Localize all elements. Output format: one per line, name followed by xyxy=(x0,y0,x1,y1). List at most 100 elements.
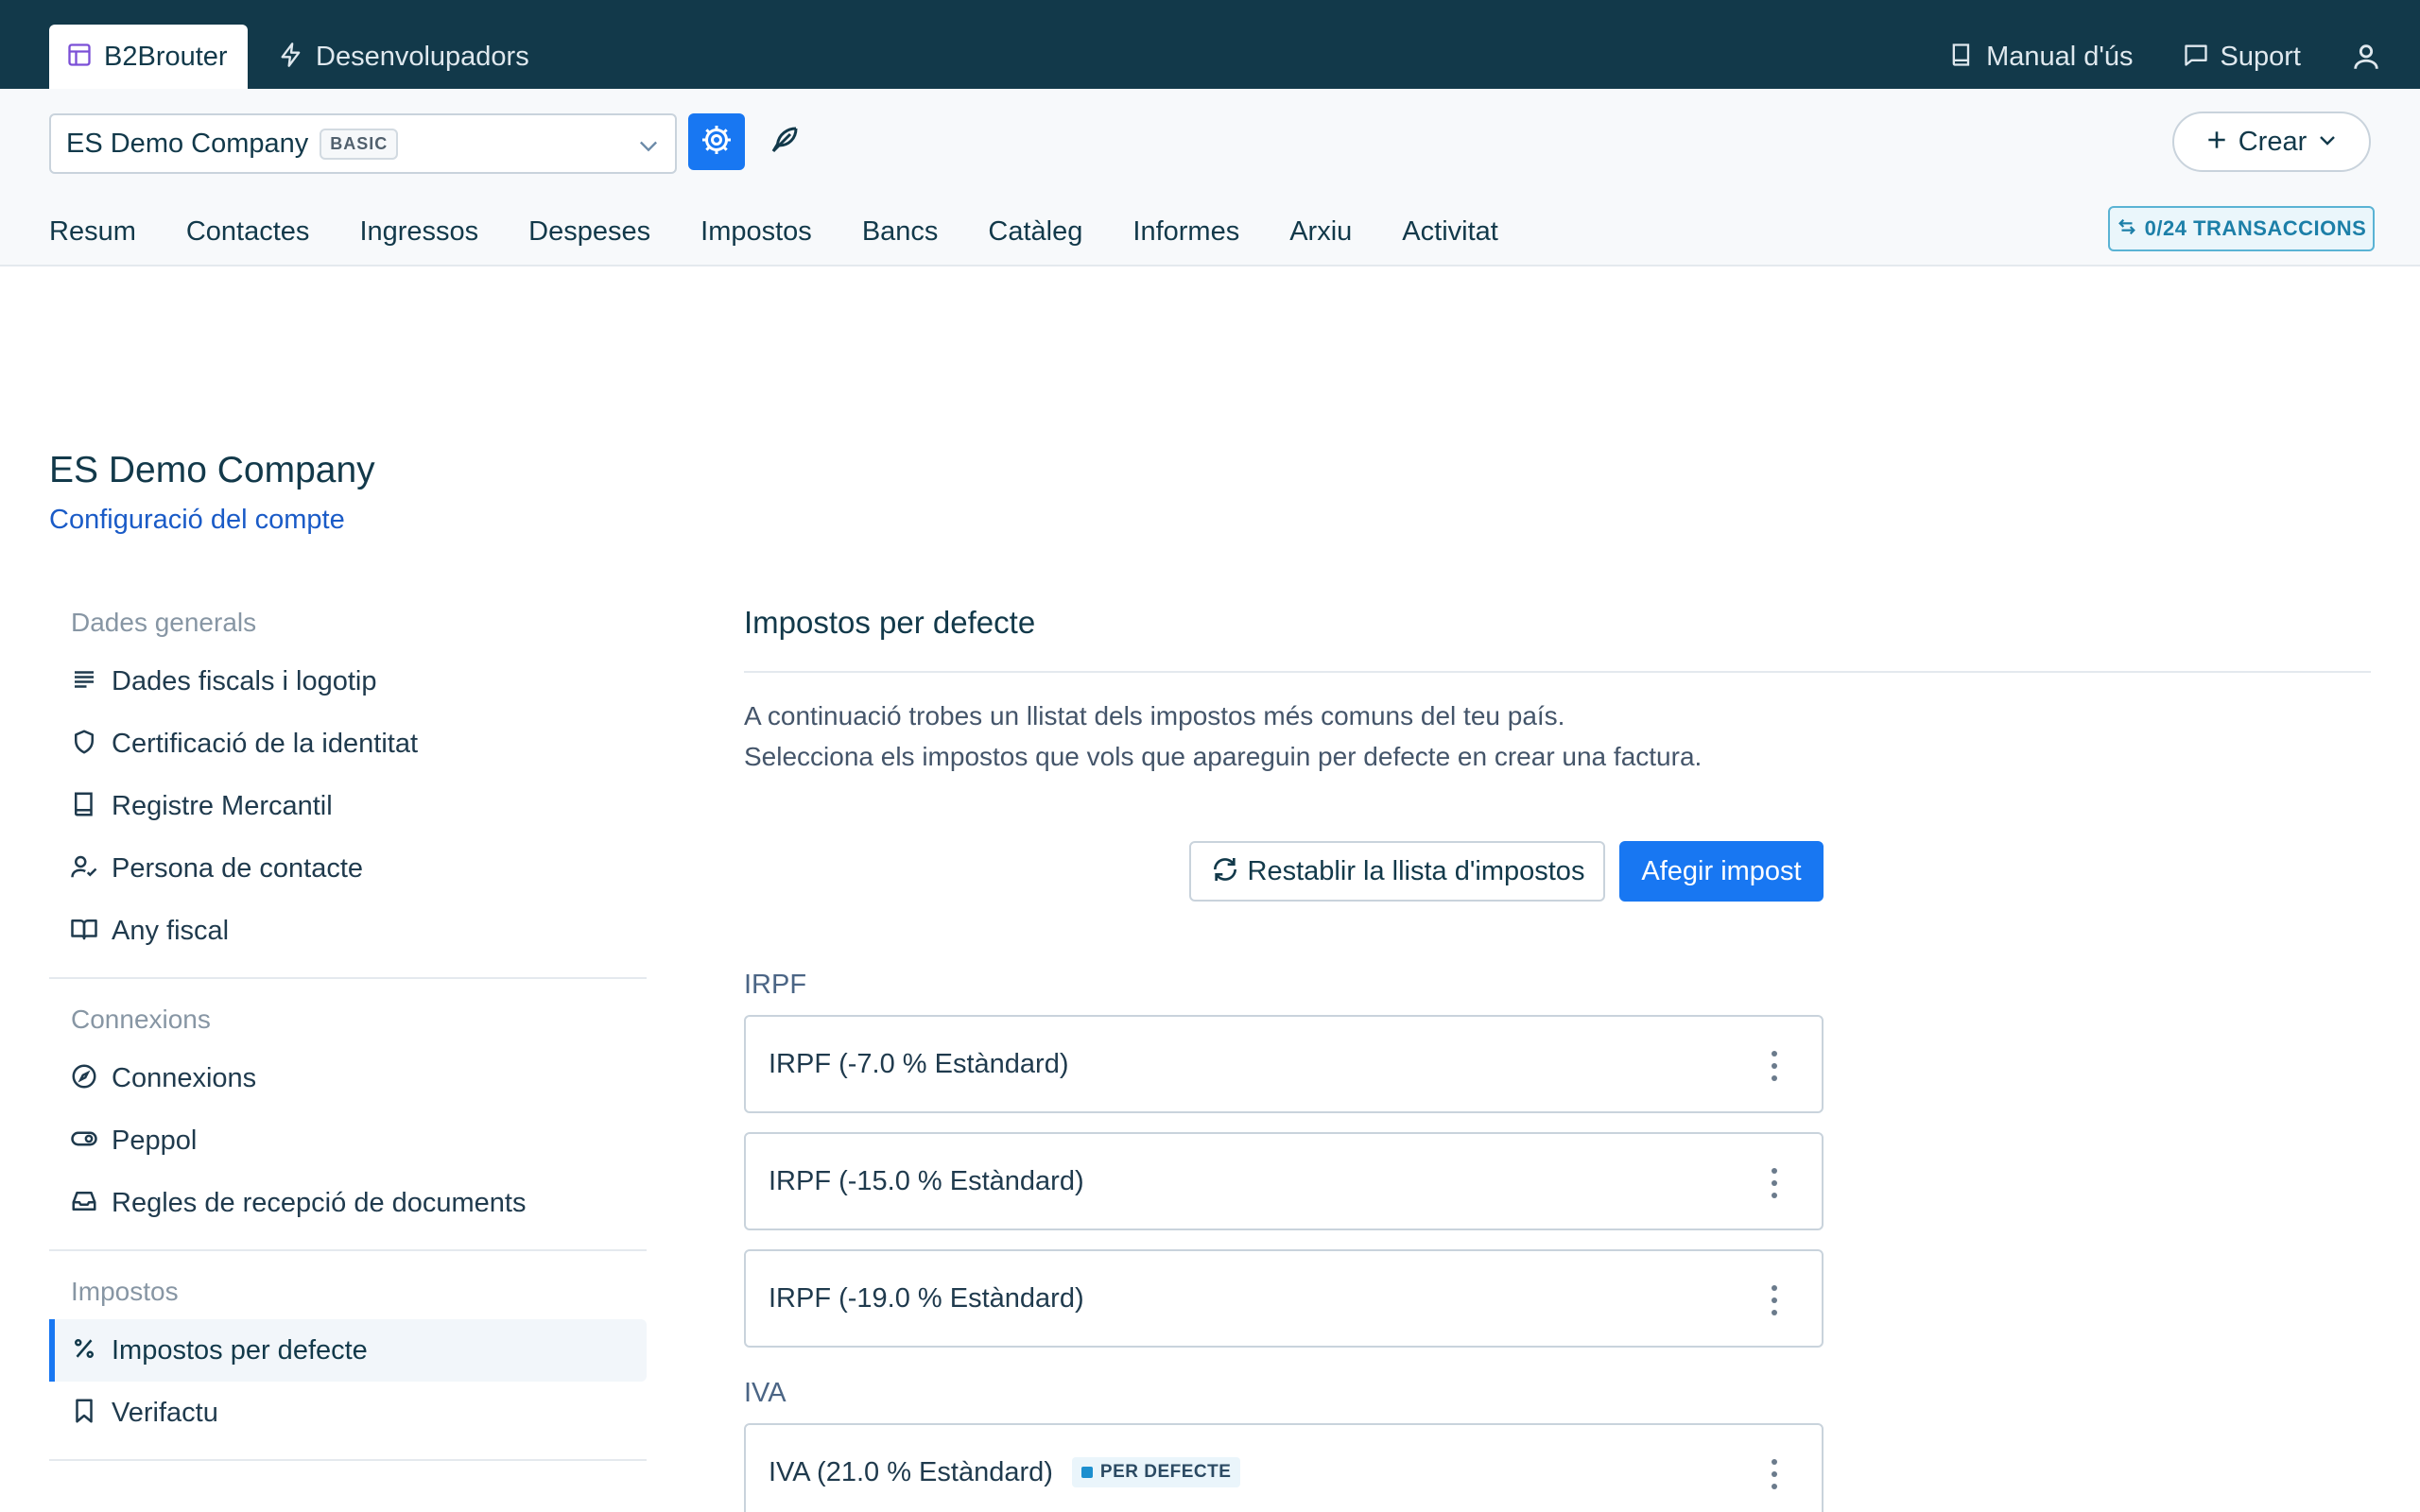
tax-label: IRPF (-19.0 % Estàndard) xyxy=(769,1282,1084,1314)
status-dot xyxy=(1080,1467,1093,1478)
user-check-icon xyxy=(70,852,98,885)
company-selector[interactable]: ES Demo Company BASIC xyxy=(49,113,677,174)
percent-icon xyxy=(70,1334,98,1367)
sidebar-item-contact-person[interactable]: Persona de contacte xyxy=(49,837,647,900)
tax-label: IRPF (-15.0 % Estàndard) xyxy=(769,1165,1084,1196)
sidebar-item-peppol[interactable]: Peppol xyxy=(49,1109,647,1172)
section-title: Impostos per defecte xyxy=(744,605,1036,640)
tax-label: IVA (21.0 % Estàndard) xyxy=(769,1456,1053,1487)
tax-card[interactable]: IRPF (-19.0 % Estàndard) xyxy=(744,1249,1824,1348)
nav-ingressos[interactable]: Ingressos xyxy=(359,216,478,248)
page-subtitle: Configuració del compte xyxy=(49,505,345,535)
sidebar-item-identity[interactable]: Certificació de la identitat xyxy=(49,713,647,775)
sidebar-item-label: Regles de recepció de documents xyxy=(112,1187,527,1218)
default-badge-label: PER DEFECTE xyxy=(1099,1462,1232,1482)
main-nav: Resum Contactes Ingressos Despeses Impos… xyxy=(49,208,1548,255)
brand-label: B2Brouter xyxy=(104,41,228,72)
sidebar-item-label: Connexions xyxy=(112,1062,257,1093)
bookmark-icon xyxy=(70,1397,98,1430)
arrows-exchange-icon xyxy=(2117,216,2137,242)
layout-icon xyxy=(66,42,93,73)
description-line: Selecciona els impostos que vols que apa… xyxy=(744,742,1703,771)
more-options-icon[interactable] xyxy=(1771,1459,1778,1489)
settings-sidebar: Dades generals Dades fiscals i logotip C… xyxy=(49,595,647,1474)
sidebar-item-fiscal-year[interactable]: Any fiscal xyxy=(49,900,647,962)
sidebar-divider xyxy=(49,1249,647,1251)
support-link[interactable]: Suport xyxy=(2183,42,2301,73)
nav-arxiu[interactable]: Arxiu xyxy=(1289,216,1352,248)
more-options-icon[interactable] xyxy=(1771,1285,1778,1315)
nav-activitat[interactable]: Activitat xyxy=(1402,216,1498,248)
create-label: Crear xyxy=(2238,126,2308,157)
add-tax-button[interactable]: Afegir impost xyxy=(1619,841,1824,902)
tax-card[interactable]: IRPF (-15.0 % Estàndard) xyxy=(744,1132,1824,1230)
align-left-icon xyxy=(70,665,98,698)
tax-card[interactable]: IRPF (-7.0 % Estàndard) xyxy=(744,1015,1824,1113)
sidebar-item-label: Verifactu xyxy=(112,1397,218,1428)
sidebar-item-reception-rules[interactable]: Regles de recepció de documents xyxy=(49,1172,647,1234)
user-icon[interactable] xyxy=(2350,41,2382,73)
tax-label: IRPF (-7.0 % Estàndard) xyxy=(769,1048,1069,1079)
book-icon xyxy=(1948,42,1975,73)
default-badge: PER DEFECTE xyxy=(1071,1457,1241,1487)
nav-resum[interactable]: Resum xyxy=(49,216,136,248)
plus-icon xyxy=(2204,128,2229,157)
manual-label: Manual d'ús xyxy=(1986,41,2134,72)
chevron-down-icon xyxy=(635,132,662,163)
section-connections-title: Connexions xyxy=(71,1005,211,1034)
sidebar-divider xyxy=(49,1459,647,1461)
group-label-iva: IVA xyxy=(744,1378,786,1408)
sidebar-item-label: Persona de contacte xyxy=(112,852,364,884)
sidebar-item-label: Peppol xyxy=(112,1125,198,1156)
nav-bancs[interactable]: Bancs xyxy=(862,216,939,248)
sidebar-item-label: Certificació de la identitat xyxy=(112,728,418,759)
manual-link[interactable]: Manual d'ús xyxy=(1948,41,2134,73)
nav-cataleg[interactable]: Catàleg xyxy=(988,216,1082,248)
chat-icon xyxy=(2183,42,2209,73)
inbox-icon xyxy=(70,1187,98,1220)
more-options-icon[interactable] xyxy=(1771,1168,1778,1198)
transactions-label: 0/24 TRANSACCIONS xyxy=(2144,216,2367,240)
tax-card[interactable]: IVA (21.0 % Estàndard) PER DEFECTE xyxy=(744,1423,1824,1512)
description-line: A continuació trobes un llistat dels imp… xyxy=(744,701,1565,730)
support-label: Suport xyxy=(2220,41,2301,72)
section-general-title: Dades generals xyxy=(71,608,257,637)
company-name: ES Demo Company xyxy=(66,128,309,159)
nav-contactes[interactable]: Contactes xyxy=(186,216,310,248)
feather-button[interactable] xyxy=(760,117,809,166)
section-taxes-title: Impostos xyxy=(71,1277,179,1306)
sidebar-item-fiscal-data[interactable]: Dades fiscals i logotip xyxy=(49,650,647,713)
open-book-icon xyxy=(70,915,98,948)
sidebar-divider xyxy=(49,977,647,979)
sidebar-item-label: Any fiscal xyxy=(112,915,230,946)
brand-tab[interactable]: B2Brouter xyxy=(49,25,248,89)
sidebar-item-registry[interactable]: Registre Mercantil xyxy=(49,775,647,837)
nav-impostos[interactable]: Impostos xyxy=(700,216,812,248)
compass-icon xyxy=(70,1062,98,1095)
gear-icon xyxy=(700,123,734,162)
book-icon xyxy=(70,790,98,823)
section-divider xyxy=(744,671,2371,673)
sidebar-item-label: Impostos per defecte xyxy=(112,1334,368,1366)
nav-despeses[interactable]: Despeses xyxy=(528,216,650,248)
top-bar: B2Brouter Desenvolupadors Manual d'ús Su… xyxy=(0,0,2420,89)
company-bar: ES Demo Company BASIC Crear Resum Contac… xyxy=(0,89,2420,266)
page-title: ES Demo Company xyxy=(49,450,375,490)
sidebar-item-verifactu[interactable]: Verifactu xyxy=(49,1382,647,1444)
nav-informes[interactable]: Informes xyxy=(1132,216,1239,248)
sidebar-item-connections[interactable]: Connexions xyxy=(49,1047,647,1109)
developers-tab[interactable]: Desenvolupadors xyxy=(278,25,529,89)
toggle-icon xyxy=(70,1125,98,1158)
sidebar-item-default-taxes[interactable]: Impostos per defecte xyxy=(49,1319,647,1382)
bolt-icon xyxy=(278,42,304,73)
sidebar-item-label: Dades fiscals i logotip xyxy=(112,665,377,696)
create-button[interactable]: Crear xyxy=(2172,112,2371,172)
settings-button[interactable] xyxy=(688,113,745,170)
reset-taxes-button[interactable]: Restablir la llista d'impostos xyxy=(1189,841,1605,902)
add-label: Afegir impost xyxy=(1641,855,1802,886)
chevron-down-icon xyxy=(2316,129,2339,156)
more-options-icon[interactable] xyxy=(1771,1051,1778,1081)
transactions-badge[interactable]: 0/24 TRANSACCIONS xyxy=(2108,206,2375,251)
sidebar-item-label: Registre Mercantil xyxy=(112,790,333,821)
shield-icon xyxy=(70,728,98,761)
